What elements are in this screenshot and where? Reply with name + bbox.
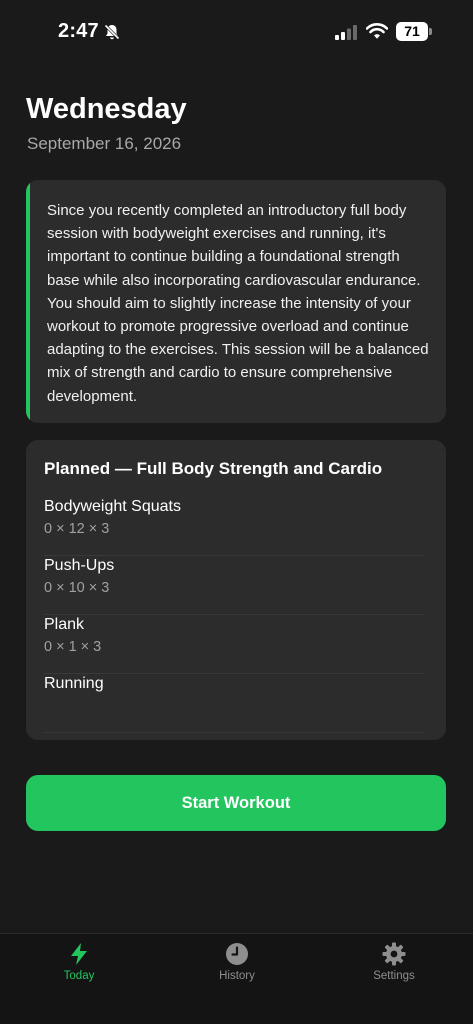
exercise-item[interactable]: Push-Ups 0 × 10 × 3 [44,557,424,615]
today-screen: 2:47 71 Wednesday September 16, 2026 Sin… [0,0,473,1024]
exercise-name: Running [44,675,104,692]
battery-tip [429,28,432,35]
page-title: Wednesday [26,93,187,125]
note-accent-bar [26,180,30,423]
exercise-item[interactable]: Bodyweight Squats 0 × 12 × 3 [44,498,424,556]
tab-settings[interactable]: Settings [315,934,473,1024]
recommendation-text: Since you recently completed an introduc… [47,202,429,405]
exercise-item[interactable]: Running [44,675,424,733]
exercise-name: Bodyweight Squats [44,498,181,515]
tab-label: Today [63,970,95,982]
exercise-detail: 0 × 12 × 3 [44,521,110,537]
exercise-detail: 0 × 10 × 3 [44,580,110,596]
status-bar: 2:47 71 [0,0,473,64]
tab-label: Settings [373,970,415,982]
planned-workout-title: Planned — Full Body Strength and Cardio [44,459,383,478]
start-workout-button[interactable]: Start Workout [26,775,446,831]
status-time: 2:47 [58,20,99,42]
tab-history[interactable]: History [158,934,316,1024]
bell-muted-icon [104,24,120,40]
battery-indicator: 71 [396,22,432,41]
wifi-icon [366,23,388,39]
bolt-icon [71,943,87,965]
exercise-item[interactable]: Plank 0 × 1 × 3 [44,616,424,674]
exercise-detail: 0 × 1 × 3 [44,639,102,655]
exercise-name: Push-Ups [44,557,115,574]
tab-today[interactable]: Today [0,934,158,1024]
planned-workout-card: Planned — Full Body Strength and Cardio … [26,440,446,740]
battery-level: 71 [396,22,428,41]
tab-label: History [219,970,255,982]
gear-icon [382,942,406,966]
cellular-signal-icon [335,25,357,40]
recommendation-card: Since you recently completed an introduc… [26,180,446,423]
tab-bar: Today History Settings [0,933,473,1024]
page-date: September 16, 2026 [27,134,182,153]
exercise-name: Plank [44,616,85,633]
clock-icon [226,943,248,965]
